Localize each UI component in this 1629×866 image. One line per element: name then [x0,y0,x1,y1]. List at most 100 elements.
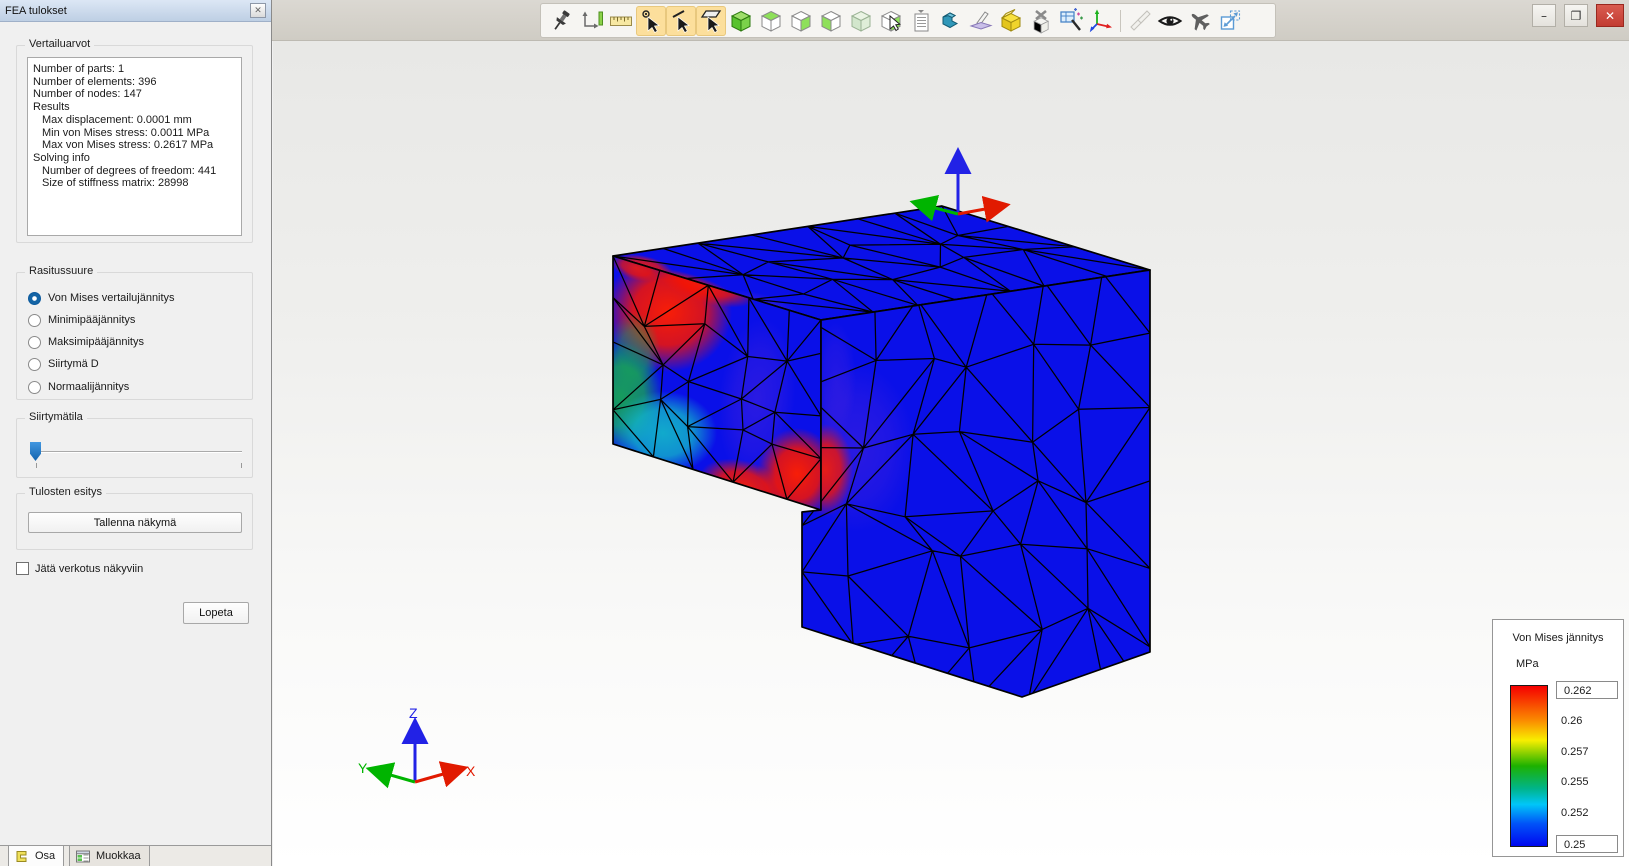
toolbar-button-select-vertex[interactable] [636,5,666,36]
toolbar-button-measure[interactable] [606,6,636,36]
quit-button[interactable]: Lopeta [183,602,249,624]
part-icon [16,850,27,862]
stats-line: Max displacement: 0.0001 mm [42,113,192,126]
open-box-icon [1000,8,1022,32]
displacement-slider-thumb[interactable] [30,442,41,461]
minimize-button[interactable]: – [1532,4,1556,27]
toolbar-button-box-select[interactable] [1056,6,1086,36]
radio-icon[interactable] [28,335,41,349]
radio-label: Von Mises vertailujännitys [48,292,175,304]
close-window-button[interactable]: ✕ [1596,4,1624,27]
radio-option-3[interactable]: Maksimipääjännitys [28,335,144,349]
group-vertailuarvot: Vertailuarvot Number of parts: 1 Number o… [16,38,253,243]
legend-min-input[interactable]: 0.25 [1556,835,1618,853]
toolbar-button-open-box[interactable] [996,6,1026,36]
toolbar-button-expand-view[interactable] [1215,6,1245,36]
legend-unit: MPa [1516,658,1539,670]
radio-icon[interactable] [28,357,41,371]
extrude-icon [942,11,959,28]
view-front-icon [820,10,842,32]
viewport-3d[interactable]: Z Y X Von Mises jännitys MPa 0.262 0.26 0.… [273,41,1629,866]
toolbar-button-view-iso[interactable] [846,6,876,36]
restore-button[interactable]: ❐ [1564,4,1588,27]
select-face-icon [700,9,722,33]
radio-icon[interactable] [28,380,41,394]
document-tabs-bar: Osa Muokkaa [0,845,271,866]
legend-tick-label: 0.255 [1561,776,1589,789]
stats-line: Number of elements: 396 [33,75,157,88]
stats-line: Max von Mises stress: 0.2617 MPa [42,139,214,152]
radio-label: Siirtymä D [48,358,99,370]
radio-option-1[interactable]: Von Mises vertailujännitys [28,291,175,305]
visibility-icon [1157,15,1183,26]
box-select-icon [1060,7,1083,31]
toolbar-button-sketch[interactable] [1125,6,1155,36]
model-face [802,270,1150,697]
toolbar-separator [1116,8,1125,34]
toolbar-button-fly-mode[interactable] [1185,6,1215,36]
keep-mesh-checkbox[interactable] [16,562,29,575]
keep-mesh-checkbox-row[interactable]: Jätä verkotus näkyviin [16,562,143,575]
stats-line: Solving info [33,151,90,164]
radio-label: Normaalijännitys [48,381,130,393]
toolbar-button-select-body[interactable] [876,6,906,36]
fea-mesh-model[interactable] [579,205,1151,700]
radio-label: Maksimipääjännitys [48,336,144,348]
z-axis-label: Z [409,705,418,721]
group-label: Rasitussuure [25,265,98,277]
panel-close-icon[interactable]: ✕ [250,3,266,18]
toolbar-button-feature-list[interactable] [906,6,936,36]
toolbar-button-view-right[interactable] [786,6,816,36]
fit-view-icon [582,11,603,28]
slider-tick-end [241,463,242,468]
legend-title: Von Mises jännitys [1512,632,1604,644]
tab-label: Muokkaa [96,850,141,862]
toolbar-button-coordinate-axes[interactable] [1086,6,1116,36]
legend-tick-label: 0.257 [1561,745,1589,758]
tab-muokkaa[interactable]: Muokkaa [69,845,150,866]
radio-option-5[interactable]: Normaalijännitys [28,380,129,394]
select-body-icon [880,10,902,32]
main-toolbar [540,3,1276,38]
results-summary-box: Number of parts: 1 Number of elements: 39… [27,57,242,236]
toolbar-button-view-top[interactable] [756,6,786,36]
legend-max-input[interactable]: 0.262 [1556,681,1618,699]
stats-line: Number of degrees of freedom: 441 [42,164,217,177]
legend-tick-label: 0.26 [1561,714,1583,727]
stats-line: Min von Mises stress: 0.0011 MPa [42,126,210,139]
table-icon [76,850,90,862]
toolbar-button-view-front[interactable] [816,6,846,36]
radio-option-2[interactable]: Minimipääjännitys [28,313,135,327]
tab-osa[interactable]: Osa [8,845,65,866]
toolbar-button-extrude[interactable] [936,6,966,36]
panel-titlebar[interactable]: FEA tulokset ✕ [0,0,271,22]
toolbar-button-bend[interactable] [966,6,996,36]
bend-icon [969,10,993,30]
keep-mesh-checkbox-label: Jätä verkotus näkyviin [35,562,144,575]
toolbar-button-delete-face[interactable] [1026,6,1056,36]
toolbar-button-pin[interactable] [546,6,576,36]
world-axes-triad: Z Y X [358,705,476,789]
window-controls: – ❐ ✕ [1532,4,1624,27]
measure-icon [610,16,632,26]
sketch-icon [1130,9,1151,31]
displacement-slider-track[interactable] [34,451,242,453]
toolbar-button-select-face[interactable] [696,5,726,36]
stats-line: Number of nodes: 147 [33,88,142,101]
radio-icon[interactable] [28,313,41,327]
x-axis-label: X [466,763,476,779]
toolbar-button-select-edge[interactable] [666,5,696,36]
fea-model-scene[interactable]: Z Y X [273,41,1629,866]
toolbar-button-fit-view[interactable] [576,6,606,36]
group-label: Vertailuarvot [25,38,95,50]
save-view-button[interactable]: Tallenna näkymä [28,512,242,533]
toolbar-button-visibility[interactable] [1155,6,1185,36]
delete-face-icon [1033,9,1050,34]
radio-icon[interactable] [28,291,41,305]
toolbar-button-view-shaded[interactable] [726,6,756,36]
radio-option-4[interactable]: Siirtymä D [28,357,99,371]
view-top-icon [760,10,782,32]
coordinate-axes-icon [1089,9,1112,32]
model-origin-triad [909,147,1011,223]
y-axis-label: Y [358,760,368,776]
